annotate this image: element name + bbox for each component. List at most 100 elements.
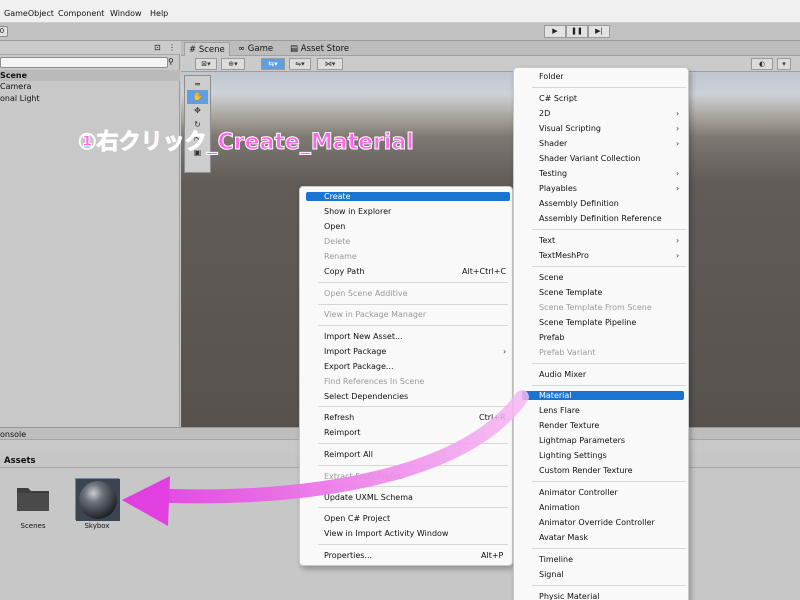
menu-separator bbox=[532, 87, 686, 88]
create-item-signal[interactable]: Signal bbox=[539, 570, 564, 580]
move-tool-icon[interactable]: ✥ bbox=[187, 104, 208, 118]
menu-separator bbox=[532, 481, 686, 482]
create-item-2d[interactable]: 2D bbox=[539, 109, 550, 119]
tab-console[interactable]: onsole bbox=[0, 429, 26, 440]
create-item-lightmap-parameters[interactable]: Lightmap Parameters bbox=[539, 436, 625, 446]
menu-item-open-scene-additive: Open Scene Additive bbox=[324, 289, 408, 298]
create-item-scene-template[interactable]: Scene Template bbox=[539, 288, 602, 298]
create-item-assembly-definition-reference[interactable]: Assembly Definition Reference bbox=[539, 214, 662, 224]
create-item-shader-variant-collection[interactable]: Shader Variant Collection bbox=[539, 154, 640, 164]
create-item-assembly-definition[interactable]: Assembly Definition bbox=[539, 199, 619, 209]
menu-item-open[interactable]: Open bbox=[324, 222, 345, 232]
menu-item-import-package[interactable]: Import Package bbox=[324, 347, 386, 357]
menu-item-reimport[interactable]: Reimport bbox=[324, 428, 361, 438]
menu-item-rename: Rename bbox=[324, 252, 357, 261]
play-button[interactable]: ▶ bbox=[544, 25, 566, 38]
tab-asset-store[interactable]: ▤ Asset Store bbox=[286, 42, 353, 56]
menu-item-update-uxml-schema[interactable]: Update UXML Schema bbox=[324, 493, 413, 503]
menu-window[interactable]: Window bbox=[110, 9, 142, 18]
tab-scene[interactable]: # Scene bbox=[184, 42, 230, 56]
menu-item-export-package[interactable]: Export Package... bbox=[324, 362, 394, 372]
pause-button[interactable]: ❚❚ bbox=[566, 25, 588, 38]
hand-tool-icon[interactable]: ✋ bbox=[187, 90, 208, 104]
hierarchy-header: ⊡ ⋮ bbox=[0, 41, 180, 55]
menu-item-select-dependencies[interactable]: Select Dependencies bbox=[324, 392, 408, 402]
hierarchy-scene-row[interactable]: Scene bbox=[0, 70, 180, 81]
pivot-dropdown[interactable]: ⊠▾ bbox=[195, 58, 217, 70]
menu-separator bbox=[532, 548, 686, 549]
hierarchy-panel: ⊡ ⋮ ⚲ Scene Camera onal Light bbox=[0, 41, 180, 427]
create-item-material[interactable]: Material bbox=[539, 391, 572, 401]
chevron-right-icon: › bbox=[676, 169, 680, 178]
create-item-avatar-mask[interactable]: Avatar Mask bbox=[539, 533, 588, 543]
create-item-lens-flare[interactable]: Lens Flare bbox=[539, 406, 580, 416]
menu-bar: GameObject Component Window Help bbox=[0, 0, 800, 23]
gizmos-dropdown[interactable]: ◐ bbox=[751, 58, 773, 70]
menu-item-copy-path[interactable]: Copy Path bbox=[324, 267, 364, 277]
create-item-animator-override-controller[interactable]: Animator Override Controller bbox=[539, 518, 655, 528]
scene-toolbar: ⊠▾ ⊕▾ ⇆▾ ⇋▾ ⋈▾ ◐ ▾ bbox=[181, 56, 800, 72]
create-item-folder[interactable]: Folder bbox=[539, 72, 564, 82]
menu-item-reimport-all[interactable]: Reimport All bbox=[324, 450, 373, 460]
create-item-animation[interactable]: Animation bbox=[539, 503, 580, 513]
global-dropdown[interactable]: ⊕▾ bbox=[221, 58, 245, 70]
create-item-render-texture[interactable]: Render Texture bbox=[539, 421, 599, 431]
chevron-right-icon: › bbox=[676, 184, 680, 193]
menu-item-import-new-asset[interactable]: Import New Asset... bbox=[324, 332, 403, 342]
create-item-testing[interactable]: Testing bbox=[539, 169, 567, 179]
menu-help[interactable]: Help bbox=[150, 9, 168, 18]
menu-separator bbox=[318, 465, 508, 466]
menu-item-open-csharp-project[interactable]: Open C# Project bbox=[324, 514, 390, 524]
menu-separator bbox=[318, 304, 508, 305]
menu-item-extract-from-prefab: Extract From Prefab bbox=[324, 472, 404, 481]
create-item-visual-scripting[interactable]: Visual Scripting bbox=[539, 124, 601, 134]
panel-menu-icon[interactable]: ⋮ bbox=[168, 43, 176, 52]
menu-separator bbox=[532, 229, 686, 230]
snap-increment-button[interactable]: ⇋▾ bbox=[289, 58, 311, 70]
create-item-lighting-settings[interactable]: Lighting Settings bbox=[539, 451, 607, 461]
menu-separator bbox=[532, 585, 686, 586]
scene-view-menu[interactable]: ▾ bbox=[777, 58, 791, 70]
create-item-prefab[interactable]: Prefab bbox=[539, 333, 565, 343]
assets-breadcrumb[interactable]: Assets bbox=[4, 456, 36, 466]
view-options-button[interactable]: ⋈▾ bbox=[317, 58, 343, 70]
menu-item-properties[interactable]: Properties... bbox=[324, 551, 372, 561]
hierarchy-search-input[interactable] bbox=[0, 57, 168, 68]
create-item-csharp-script[interactable]: C# Script bbox=[539, 94, 577, 104]
skybox-thumbnail[interactable] bbox=[75, 478, 120, 521]
material-sphere-icon bbox=[76, 479, 120, 521]
menu-item-show-in-explorer[interactable]: Show in Explorer bbox=[324, 207, 391, 217]
menu-separator bbox=[532, 363, 686, 364]
menu-item-view-import-activity[interactable]: View in Import Activity Window bbox=[324, 529, 448, 539]
create-item-scene-template-pipeline[interactable]: Scene Template Pipeline bbox=[539, 318, 636, 328]
account-button[interactable]: 0 bbox=[0, 26, 8, 37]
tab-game[interactable]: ∞ Game bbox=[234, 42, 277, 56]
asset-label-scenes: Scenes bbox=[20, 522, 46, 530]
menu-separator bbox=[318, 325, 508, 326]
create-item-text[interactable]: Text bbox=[539, 236, 555, 246]
menu-item-create[interactable]: Create bbox=[324, 192, 351, 202]
menu-item-refresh[interactable]: Refresh bbox=[324, 413, 354, 423]
hierarchy-camera-row[interactable]: Camera bbox=[0, 81, 31, 92]
menu-gameobject[interactable]: GameObject bbox=[4, 9, 54, 18]
hierarchy-light-row[interactable]: onal Light bbox=[0, 93, 40, 104]
folder-icon[interactable] bbox=[16, 484, 50, 512]
create-item-custom-render-texture[interactable]: Custom Render Texture bbox=[539, 466, 633, 476]
create-item-playables[interactable]: Playables bbox=[539, 184, 577, 194]
create-item-scene-template-from-scene: Scene Template From Scene bbox=[539, 303, 652, 312]
create-item-physic-material[interactable]: Physic Material bbox=[539, 592, 599, 600]
grid-snap-button[interactable]: ⇆▾ bbox=[261, 58, 285, 70]
menu-item-view-in-package-manager: View in Package Manager bbox=[324, 310, 427, 319]
create-item-textmeshpro[interactable]: TextMeshPro bbox=[539, 251, 589, 261]
search-icon[interactable]: ⚲ bbox=[168, 57, 178, 68]
menu-separator bbox=[318, 486, 508, 487]
create-item-timeline[interactable]: Timeline bbox=[539, 555, 573, 565]
menu-component[interactable]: Component bbox=[58, 9, 104, 18]
create-item-animator-controller[interactable]: Animator Controller bbox=[539, 488, 618, 498]
menu-item-delete: Delete bbox=[324, 237, 351, 246]
lock-icon[interactable]: ⊡ bbox=[154, 43, 161, 52]
create-item-audio-mixer[interactable]: Audio Mixer bbox=[539, 370, 586, 380]
create-item-scene[interactable]: Scene bbox=[539, 273, 563, 283]
create-item-shader[interactable]: Shader bbox=[539, 139, 567, 149]
step-button[interactable]: ▶| bbox=[588, 25, 610, 38]
